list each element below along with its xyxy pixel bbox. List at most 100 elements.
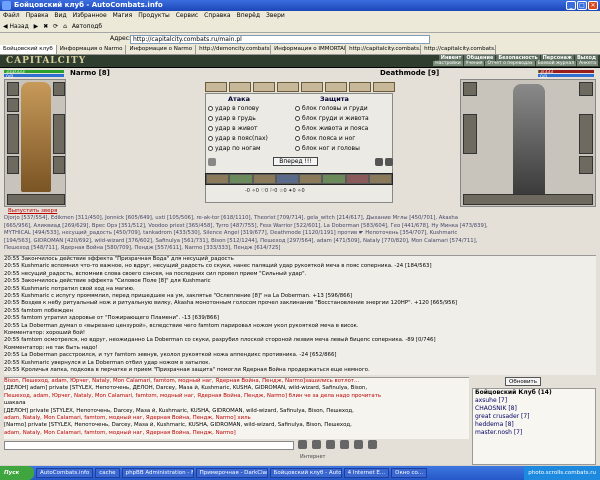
tab-info-narmo-2[interactable]: Информация о Narmo bbox=[126, 45, 197, 54]
earring-slot[interactable] bbox=[53, 82, 65, 96]
attack-option[interactable]: удар по ногам bbox=[208, 145, 261, 152]
shield-slot[interactable] bbox=[53, 114, 65, 154]
club-member[interactable]: heddema [8] bbox=[475, 421, 595, 429]
belt-item[interactable] bbox=[369, 175, 391, 183]
send-icon[interactable] bbox=[298, 440, 307, 449]
close-button[interactable]: ✕ bbox=[588, 1, 598, 10]
club-member[interactable]: axsuhe [7] bbox=[475, 397, 595, 405]
spell-slot[interactable] bbox=[205, 82, 227, 92]
tab-fight-club[interactable]: Бойцовский клуб bbox=[0, 45, 57, 54]
refresh-button[interactable]: Обновить bbox=[505, 377, 541, 386]
opponent-earring-slot[interactable] bbox=[579, 82, 593, 96]
minimize-button[interactable]: _ bbox=[566, 1, 576, 10]
attack-option[interactable]: удар в пояс(пах) bbox=[208, 135, 268, 142]
club-member[interactable]: master.nosh [7] bbox=[475, 429, 595, 437]
menu-view[interactable]: Вид bbox=[54, 11, 66, 21]
nav-training[interactable]: Учения bbox=[463, 61, 485, 66]
spell-slot[interactable] bbox=[325, 82, 347, 92]
task-fight-club[interactable]: Бойцовский клуб - Аuto... bbox=[269, 468, 342, 478]
player1-avatar[interactable] bbox=[21, 82, 51, 192]
maximize-button[interactable]: □ bbox=[577, 1, 587, 10]
belt-item[interactable] bbox=[346, 175, 368, 183]
menu-favorites[interactable]: Избранное bbox=[73, 11, 107, 21]
autofill-button[interactable]: Автоподб bbox=[72, 21, 102, 33]
attack-option[interactable]: удар в голову bbox=[208, 105, 259, 112]
cat-icon-2[interactable] bbox=[385, 158, 393, 166]
opponent-belt-slot[interactable] bbox=[463, 194, 593, 205]
menu-forward[interactable]: Вперёд bbox=[237, 11, 260, 21]
belt-slot[interactable] bbox=[7, 194, 65, 205]
opponent-weapon-slot[interactable] bbox=[463, 114, 477, 154]
nav-transfers[interactable]: Отчет о переводах bbox=[485, 61, 535, 66]
clear-icon[interactable] bbox=[326, 440, 335, 449]
spell-slot[interactable] bbox=[349, 82, 371, 92]
amulet-slot[interactable] bbox=[7, 98, 19, 112]
release-beast-link[interactable]: Выпустить зверя bbox=[8, 208, 57, 214]
task-cache[interactable]: cache bbox=[95, 468, 120, 478]
gloves-slot[interactable] bbox=[53, 156, 65, 174]
defense-option[interactable]: блок живота и пояса bbox=[295, 125, 368, 132]
belt-item[interactable] bbox=[230, 175, 252, 183]
menu-beasts[interactable]: Звери bbox=[266, 11, 285, 21]
filter-icon[interactable] bbox=[340, 440, 349, 449]
tab-capitalcity-2[interactable]: http://capitalcity.combats.ru... bbox=[421, 45, 497, 54]
attack-option[interactable]: удар в грудь bbox=[208, 115, 256, 122]
opponent-shield-slot[interactable] bbox=[579, 114, 593, 154]
tab-info-immortal[interactable]: Информация о IMMORTAL MAGE bbox=[271, 45, 347, 54]
nav-battle-log[interactable]: Боевой журнал bbox=[535, 61, 577, 66]
tab-demoncity[interactable]: http://demoncity.combats.ru/i... bbox=[196, 45, 272, 54]
settings-icon[interactable] bbox=[354, 440, 363, 449]
spell-slot[interactable] bbox=[373, 82, 395, 92]
menu-help[interactable]: Справка bbox=[204, 11, 230, 21]
menu-edit[interactable]: Правка bbox=[26, 11, 49, 21]
club-member[interactable]: CHAOSNIK [8] bbox=[475, 405, 595, 413]
nav-profile[interactable]: Анкета bbox=[577, 61, 598, 66]
defense-option[interactable]: блок ног и головы bbox=[295, 145, 360, 152]
weapon-slot[interactable] bbox=[7, 114, 19, 154]
belt-item[interactable] bbox=[300, 175, 322, 183]
start-button[interactable]: Пуск bbox=[0, 466, 34, 480]
defense-option[interactable]: блок головы и груди bbox=[295, 105, 368, 112]
club-member[interactable]: great crusader [7] bbox=[475, 413, 595, 421]
forward-button[interactable]: ▶ bbox=[34, 21, 39, 33]
opponent-helmet-slot[interactable] bbox=[463, 82, 477, 96]
stop-icon[interactable]: ✖ bbox=[43, 21, 48, 33]
helmet-slot[interactable] bbox=[7, 82, 19, 96]
spell-slot[interactable] bbox=[229, 82, 251, 92]
task-ie-group[interactable]: 4 Internet E... bbox=[343, 468, 390, 478]
belt-item[interactable] bbox=[207, 175, 229, 183]
spell-slot[interactable] bbox=[277, 82, 299, 92]
go-button[interactable]: Вперед !!! bbox=[273, 157, 318, 166]
exit-icon[interactable] bbox=[368, 440, 377, 449]
menu-products[interactable]: Продукты bbox=[138, 11, 170, 21]
defense-option[interactable]: блок пояса и ног bbox=[295, 135, 355, 142]
menu-tools[interactable]: Сервис bbox=[176, 11, 198, 21]
player2-name[interactable]: Deathmode [9] bbox=[380, 69, 439, 77]
opponent-gloves-slot[interactable] bbox=[579, 156, 593, 174]
belt-item[interactable] bbox=[253, 175, 275, 183]
task-darkclan[interactable]: Примерочная - DarkClan... bbox=[195, 468, 268, 478]
player1-name[interactable]: Narmo [8] bbox=[70, 69, 110, 77]
belt-item[interactable] bbox=[323, 175, 345, 183]
attack-option[interactable]: удар в живот bbox=[208, 125, 258, 132]
refresh-combat-icon[interactable] bbox=[208, 158, 216, 166]
task-window[interactable]: Окно со... bbox=[391, 468, 428, 478]
tab-info-narmo-1[interactable]: Информация о Narmo bbox=[57, 45, 127, 54]
spell-slot[interactable] bbox=[301, 82, 323, 92]
task-phpbb[interactable]: phpBB Administration - M... bbox=[121, 468, 194, 478]
armor-slot[interactable] bbox=[7, 156, 19, 174]
spell-slot[interactable] bbox=[253, 82, 275, 92]
task-autocombats[interactable]: AutoCombats.info bbox=[36, 468, 94, 478]
home-icon[interactable]: ⌂ bbox=[63, 21, 67, 33]
defense-option[interactable]: блок груди и живота bbox=[295, 115, 369, 122]
cat-icon[interactable] bbox=[375, 158, 383, 166]
chat-input[interactable] bbox=[4, 441, 294, 450]
nav-settings[interactable]: Настройки bbox=[433, 61, 463, 66]
menu-file[interactable]: Файл bbox=[3, 11, 20, 21]
tab-capitalcity-1[interactable]: http://capitalcity.combats.ru... bbox=[346, 45, 422, 54]
smiley-icon[interactable] bbox=[312, 440, 321, 449]
menu-magic[interactable]: Магия bbox=[113, 11, 133, 21]
refresh-icon[interactable]: ⟳ bbox=[53, 21, 58, 33]
address-input[interactable]: http://capitalcity.combats.ru/main.pl bbox=[130, 35, 430, 44]
player2-avatar[interactable] bbox=[513, 84, 545, 196]
